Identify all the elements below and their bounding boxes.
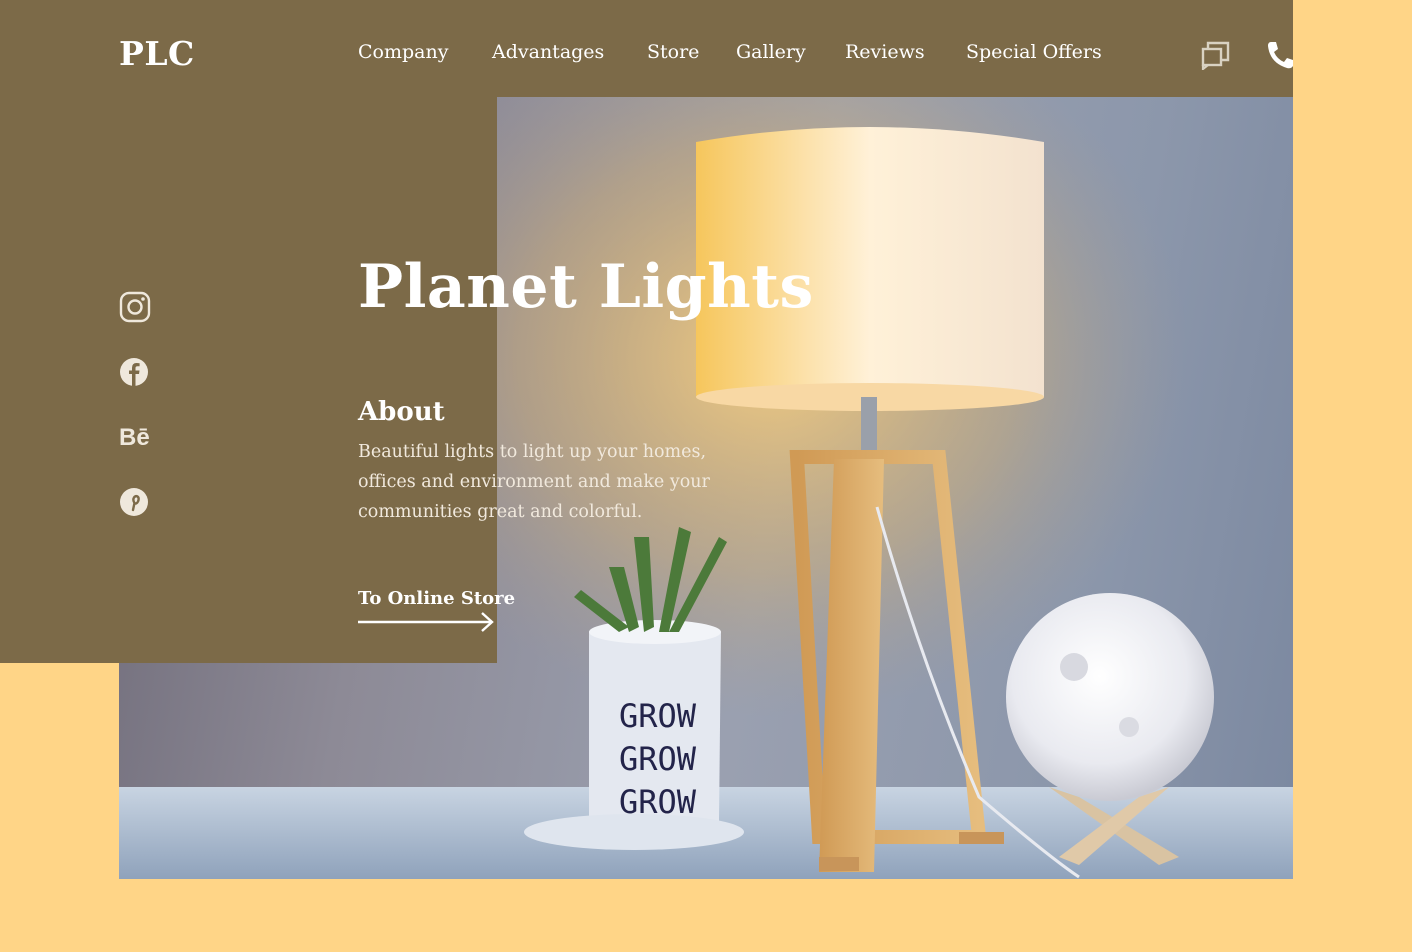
nav-special-offers[interactable]: Special Offers bbox=[966, 41, 1102, 63]
phone-icon[interactable] bbox=[1266, 40, 1293, 74]
arrow-right-icon[interactable] bbox=[358, 612, 498, 638]
pot-text-3: GROW bbox=[619, 783, 697, 821]
logo[interactable]: PLC bbox=[119, 34, 195, 73]
hero-panel bbox=[0, 97, 497, 663]
svg-text:Bē: Bē bbox=[119, 424, 150, 450]
instagram-icon[interactable] bbox=[119, 291, 151, 327]
chat-icon[interactable] bbox=[1201, 40, 1231, 74]
nav-gallery[interactable]: Gallery bbox=[736, 41, 806, 63]
nav-store[interactable]: Store bbox=[647, 41, 699, 63]
nav-advantages[interactable]: Advantages bbox=[492, 41, 604, 63]
pinterest-icon[interactable] bbox=[119, 487, 149, 521]
about-text: Beautiful lights to light up your homes,… bbox=[358, 442, 710, 522]
online-store-link[interactable]: To Online Store bbox=[358, 588, 515, 609]
pot-text-2: GROW bbox=[619, 740, 697, 778]
behance-icon[interactable]: Bē bbox=[119, 422, 153, 454]
about-heading: About bbox=[358, 397, 445, 427]
facebook-icon[interactable] bbox=[119, 357, 149, 391]
nav-company[interactable]: Company bbox=[358, 41, 448, 63]
pot-text-1: GROW bbox=[619, 697, 697, 735]
page-title: Planet Lights bbox=[358, 252, 814, 322]
nav-reviews[interactable]: Reviews bbox=[845, 41, 925, 63]
